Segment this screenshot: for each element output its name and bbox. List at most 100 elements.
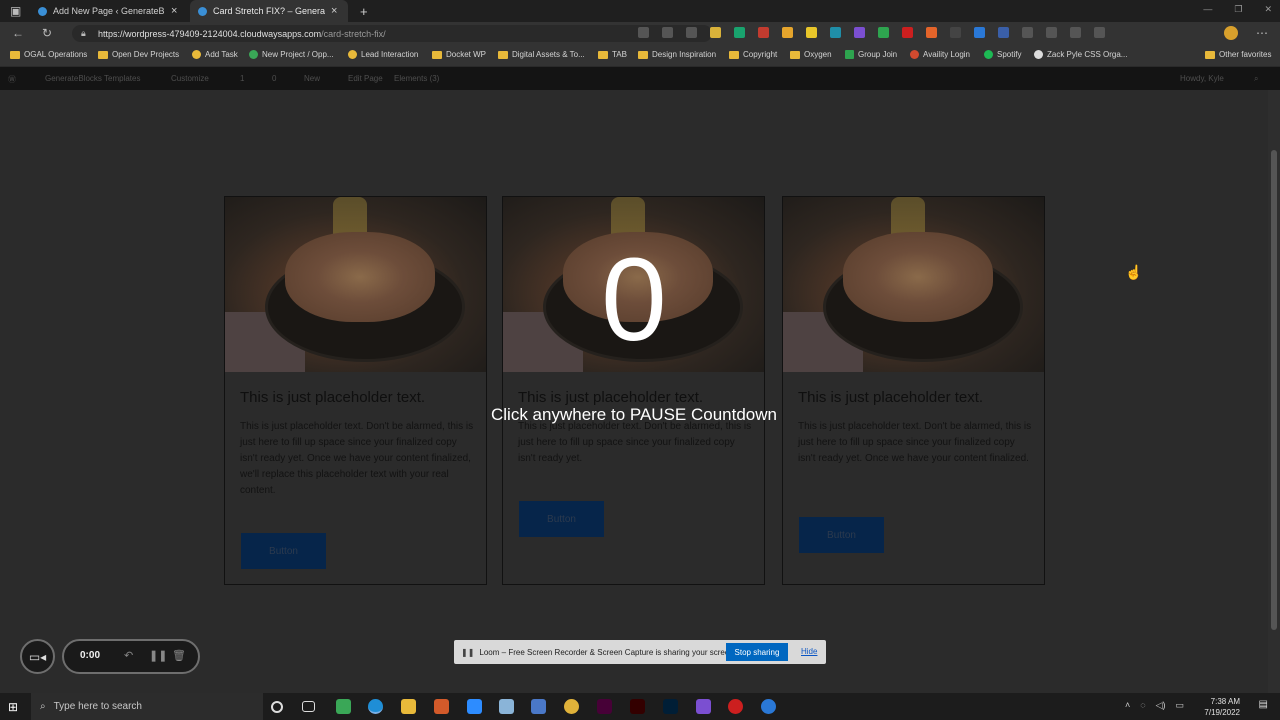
bookmark-link[interactable]: Availity Login — [910, 50, 970, 59]
bookmark-folder[interactable]: TAB — [598, 50, 627, 59]
extension-teal-icon[interactable] — [830, 27, 841, 38]
wp-site-name[interactable]: GenerateBlocks Templates — [45, 74, 140, 83]
extension-gray-icon[interactable] — [950, 27, 961, 38]
new-tab-button[interactable]: + — [352, 0, 368, 22]
extension-badge-icon[interactable] — [998, 27, 1009, 38]
tab-actions-icon[interactable]: ▣ — [10, 4, 21, 18]
cortana-icon[interactable] — [271, 701, 283, 713]
bookmark-folder[interactable]: Design Inspiration — [638, 50, 716, 59]
card-button[interactable]: Button — [519, 501, 604, 537]
bookmark-folder[interactable]: Oxygen — [790, 50, 832, 59]
collections-icon[interactable] — [1094, 27, 1105, 38]
card-button[interactable]: Button — [799, 517, 884, 553]
mic-icon[interactable] — [638, 27, 649, 38]
bookmark-folder[interactable]: OGAL Operations — [10, 50, 87, 59]
zoom-icon[interactable] — [467, 699, 482, 714]
refresh-icon[interactable]: ↻ — [42, 26, 52, 40]
wp-new[interactable]: New — [304, 74, 320, 83]
close-tab-icon[interactable]: × — [171, 5, 177, 17]
bookmark-link[interactable]: Lead Interaction — [348, 50, 418, 59]
bookmark-link[interactable]: Add Task — [192, 50, 238, 59]
profile-avatar[interactable] — [1224, 26, 1238, 40]
minimize-icon[interactable]: — — [1203, 4, 1212, 15]
countdown-message[interactable]: Click anywhere to PAUSE Countdown — [0, 405, 1268, 425]
favorites-icon[interactable] — [1046, 27, 1057, 38]
extension-pencil-icon[interactable] — [710, 27, 721, 38]
app-pin-icon[interactable] — [434, 699, 449, 714]
adobe-illustrator-icon[interactable] — [630, 699, 645, 714]
adobe-xd-icon[interactable] — [597, 699, 612, 714]
pause-icon[interactable]: ❚❚ — [149, 649, 167, 662]
windows-start-icon[interactable]: ⊞ — [8, 700, 18, 714]
extension-youtube-icon[interactable] — [902, 27, 913, 38]
countdown-number[interactable]: 0 — [0, 230, 1268, 370]
close-tab-icon[interactable]: × — [331, 5, 337, 17]
wp-howdy[interactable]: Howdy, Kyle — [1180, 74, 1224, 83]
bookmark-folder[interactable]: Digital Assets & To... — [498, 50, 585, 59]
volume-icon[interactable]: ◁) — [1156, 700, 1166, 711]
wp-customize[interactable]: Customize — [171, 74, 209, 83]
bookmark-link[interactable]: Zack Pyle CSS Orga... — [1034, 50, 1127, 59]
wp-comments[interactable]: 0 — [272, 74, 276, 83]
chevron-up-icon[interactable]: ˄ — [1125, 700, 1130, 711]
task-view-icon[interactable] — [302, 701, 315, 712]
wp-edit-page[interactable]: Edit Page — [348, 74, 383, 83]
read-aloud-icon[interactable] — [662, 27, 673, 38]
network-icon[interactable]: ◌ — [1140, 700, 1145, 711]
wp-updates[interactable]: 1 — [240, 74, 244, 83]
wordpress-logo-icon[interactable]: Ⓦ — [8, 74, 16, 85]
clock-time: 7:38 AM — [1210, 697, 1240, 706]
youtube-music-icon[interactable] — [728, 699, 743, 714]
sync-icon[interactable] — [1022, 27, 1033, 38]
bookmark-folder[interactable]: Docket WP — [432, 50, 486, 59]
more-menu-icon[interactable]: ⋯ — [1256, 26, 1268, 40]
restore-icon[interactable]: ❐ — [1234, 4, 1242, 15]
extension-g-icon[interactable] — [734, 27, 745, 38]
extension-red-icon[interactable] — [758, 27, 769, 38]
back-icon[interactable]: ← — [12, 26, 24, 40]
app-green-icon[interactable] — [336, 699, 351, 714]
favorite-star-icon[interactable] — [686, 27, 697, 38]
chrome-icon[interactable] — [564, 699, 579, 714]
card-button[interactable]: Button — [241, 533, 326, 569]
app-feather-icon[interactable] — [499, 699, 514, 714]
page-scrollbar[interactable] — [1268, 90, 1280, 693]
extension-blue-icon[interactable] — [974, 27, 985, 38]
bookmark-folder[interactable]: Copyright — [729, 50, 777, 59]
file-explorer-icon[interactable] — [401, 699, 416, 714]
close-window-icon[interactable]: ✕ — [1264, 4, 1272, 15]
scrollbar-thumb[interactable] — [1271, 150, 1277, 630]
bookmark-link[interactable]: Spotify — [984, 50, 1021, 59]
calculator-icon[interactable] — [531, 699, 546, 714]
stop-sharing-button[interactable]: Stop sharing — [726, 643, 788, 661]
notification-icon[interactable]: ▤ — [1259, 699, 1268, 710]
trash-icon[interactable]: 🗑︎ — [172, 649, 186, 662]
bookmark-link[interactable]: New Project / Opp... — [249, 50, 334, 59]
url-bar[interactable]: 🔒︎ https://wordpress-479409-2124004.clou… — [72, 25, 712, 42]
hide-link[interactable]: Hide — [801, 647, 817, 656]
clock[interactable]: 7:38 AM 7/19/2022 — [1204, 696, 1240, 718]
extension-orange-icon[interactable] — [926, 27, 937, 38]
bookmark-folder[interactable]: Open Dev Projects — [98, 50, 179, 59]
edge-icon[interactable] — [368, 699, 383, 714]
taskbar-search[interactable]: ⌕ Type here to search — [31, 693, 263, 720]
extension-smile-icon[interactable] — [782, 27, 793, 38]
firefox-icon[interactable] — [761, 699, 776, 714]
undo-icon[interactable]: ↶ — [124, 649, 133, 662]
extension-green-icon[interactable] — [878, 27, 889, 38]
extension-note-icon[interactable] — [806, 27, 817, 38]
recording-timer: 0:00 — [80, 650, 101, 661]
battery-icon[interactable]: ▭ — [1175, 700, 1184, 711]
tab-card-stretch-fix[interactable]: Card Stretch FIX? – GenerateBlocks × — [190, 0, 348, 22]
downloads-icon[interactable] — [1070, 27, 1081, 38]
search-icon[interactable]: ⌕ — [1254, 74, 1258, 84]
app-purple-icon[interactable] — [696, 699, 711, 714]
bookmark-link[interactable]: Group Join — [845, 50, 897, 59]
tab-add-new-page[interactable]: Add New Page ‹ GenerateBlocks × — [30, 0, 188, 22]
camera-toggle-button[interactable]: ▭◂ — [20, 639, 55, 674]
wp-elements[interactable]: Elements (3) — [394, 74, 439, 83]
folder-icon — [598, 50, 608, 59]
bookmark-folder[interactable]: Other favorites — [1205, 50, 1271, 59]
photoshop-icon[interactable] — [663, 699, 678, 714]
extension-purple-icon[interactable] — [854, 27, 865, 38]
